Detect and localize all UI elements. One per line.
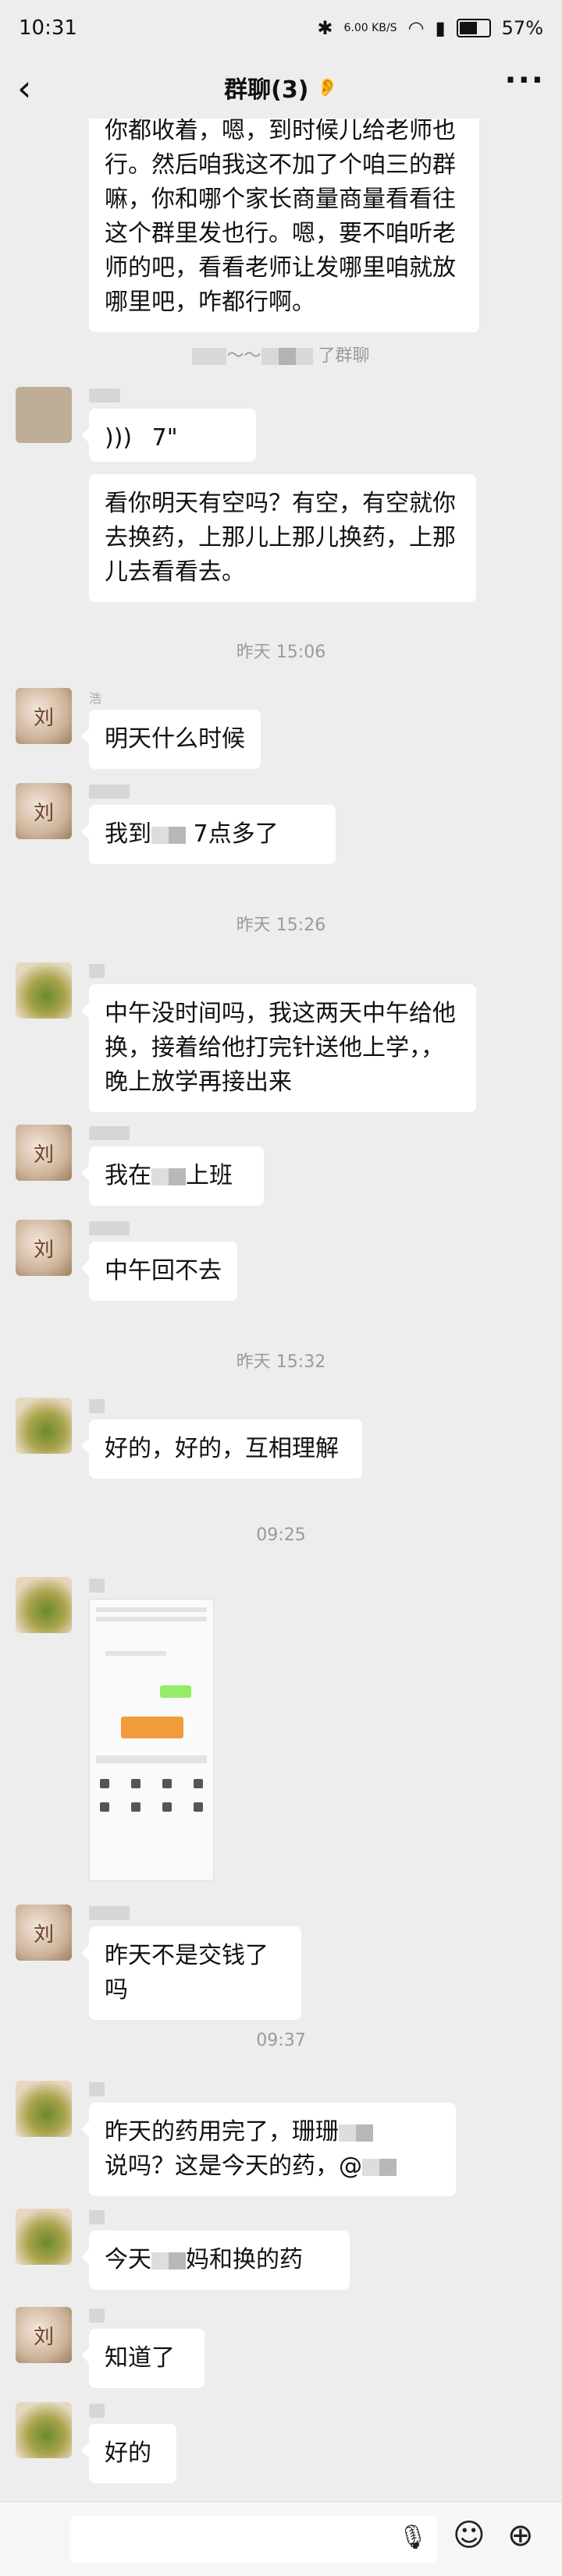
avatar[interactable]: 刘 [16,1220,72,1276]
message-bubble[interactable]: 好的 [81,2424,176,2483]
sender-name: 浩 [89,691,102,706]
sender-name [89,1221,130,1235]
avatar[interactable] [16,1398,72,1454]
bluetooth-icon: ✱ [317,17,333,39]
avatar[interactable]: 刘 [16,1905,72,1961]
timestamp: 09:37 [256,2031,306,2050]
timestamp: 昨天 15:32 [236,1352,326,1372]
sender-name [89,2404,105,2418]
sender-name [89,785,130,799]
avatar[interactable] [16,387,72,443]
avatar[interactable]: 刘 [16,1125,72,1181]
sender-name [89,2210,105,2224]
message-bubble[interactable]: 你都收着，嗯，到时候儿给老师也行。然后咱我这不加了个咱三的群嘛，你和哪个家长商量… [89,119,479,332]
message-bubble[interactable]: 知道了 [81,2329,205,2388]
timestamp: 昨天 15:06 [236,643,326,662]
avatar[interactable] [16,2209,72,2265]
sender-name [89,2308,105,2323]
message-bubble[interactable]: 好的，好的，互相理解 [81,1419,362,1479]
sender-name [89,1399,105,1413]
message-bubble[interactable]: 中午回不去 [81,1242,237,1301]
more-button[interactable]: ··· [504,62,545,98]
sender-name [89,388,120,402]
message-bubble[interactable]: 昨天的药用完了，珊珊 说吗？这是今天的药，@ [81,2103,456,2196]
ear-icon: 👂 [316,77,338,97]
sender-name [89,1579,105,1593]
message-bubble[interactable]: 明天什么时候 [81,710,261,769]
avatar[interactable] [16,2402,72,2458]
message-bubble[interactable]: 我在 上班 [81,1146,264,1206]
voice-icon: ))) [105,424,133,452]
sender-name [89,964,105,978]
status-time: 10:31 [19,16,77,40]
message-bubble[interactable]: 昨天不是交钱了吗 [81,1926,301,2020]
message-bubble[interactable]: 看你明天有空吗？有空，有空就你去换药，上那儿上那儿换药，上那儿去看看去。 [89,474,476,602]
sender-name [89,1126,130,1140]
chat-header: ‹ 群聊(3) 👂 ··· [0,56,562,119]
sender-name [89,2082,105,2096]
avatar[interactable] [16,1577,72,1633]
battery-level: 57% [501,17,543,39]
battery-icon [456,19,491,37]
avatar[interactable]: 刘 [16,783,72,839]
status-icons: ✱ 6.00 KB/S ◠ ▮ 57% [317,17,543,39]
emoji-icon[interactable]: ☺ [453,2518,486,2553]
message-list[interactable]: 你都收着，嗯，到时候儿给老师也行。然后咱我这不加了个咱三的群嘛，你和哪个家长商量… [0,119,562,2501]
voice-message-bubble[interactable]: ))) 7" [81,409,256,462]
timestamp: 昨天 15:26 [236,916,326,935]
plus-icon[interactable]: ⊕ [507,2518,534,2553]
avatar[interactable] [16,962,72,1019]
status-bar: 10:31 ✱ 6.00 KB/S ◠ ▮ 57% [0,0,562,56]
system-join-message: ～～ 了群聊 [0,342,562,367]
avatar[interactable]: 刘 [16,688,72,744]
wifi-icon: ◠ [407,17,425,39]
input-bar: 🎙 ☺ ⊕ [0,2501,562,2576]
message-bubble[interactable]: 今天 妈和换的药 [81,2231,350,2290]
sender-name [89,1906,130,1920]
message-bubble[interactable]: 中午没时间吗，我这两天中午给他换，接着给他打完针送他上学，，晚上放学再接出来 [81,984,476,1112]
timestamp: 09:25 [256,1525,306,1545]
message-input[interactable] [70,2516,437,2563]
avatar[interactable] [16,2081,72,2137]
chat-title: 群聊(3) [224,76,309,104]
back-button[interactable]: ‹ [17,67,31,109]
network-speed: 6.00 KB/S [343,22,397,34]
image-message-screenshot[interactable] [89,1599,214,1881]
signal-icon: ▮ [435,17,446,39]
message-bubble[interactable]: 我到 7点多了 [81,805,336,864]
microphone-icon[interactable]: 🎙 [398,2524,428,2551]
avatar[interactable]: 刘 [16,2307,72,2363]
